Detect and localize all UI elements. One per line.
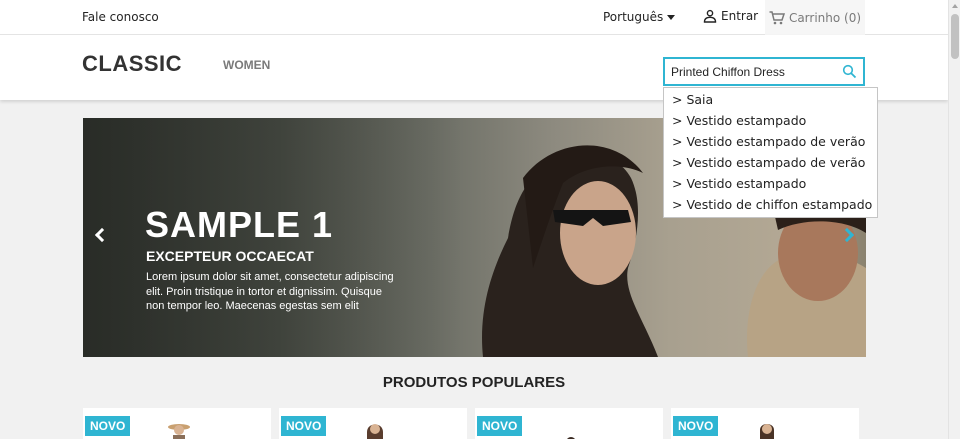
new-badge: NOVO (673, 416, 719, 436)
new-badge: NOVO (85, 416, 131, 436)
slide-subtitle: EXCEPTEUR OCCAECAT (146, 248, 314, 264)
nav-item-women[interactable]: WOMEN (223, 58, 270, 72)
signin-link[interactable]: Entrar (703, 9, 758, 23)
slide-description: Lorem ipsum dolor sit amet, consectetur … (146, 271, 394, 312)
store-logo[interactable]: CLASSIC (82, 51, 182, 77)
new-badge: NOVO (281, 416, 327, 436)
cart-icon (769, 10, 785, 24)
signin-label: Entrar (721, 9, 759, 23)
search-suggestions: > Saia > Vestido estampado > Vestido est… (663, 87, 878, 218)
search-icon[interactable] (842, 64, 857, 79)
cart-label: Carrinho (0) (788, 10, 862, 25)
language-selector[interactable]: Português (603, 10, 676, 24)
product-card[interactable]: NOVO (279, 408, 467, 439)
product-thumbnail (567, 437, 575, 439)
cart-button[interactable]: Carrinho (0) (765, 0, 865, 35)
suggestion-item[interactable]: > Vestido estampado de verão (664, 131, 877, 152)
suggestion-item[interactable]: > Vestido estampado (664, 173, 877, 194)
suggestion-item[interactable]: > Vestido estampado de verão (664, 152, 877, 173)
caret-down-icon (667, 15, 676, 20)
product-card[interactable]: NOVO (671, 408, 859, 439)
suggestion-item[interactable]: > Vestido de chiffon estampado (664, 194, 877, 215)
scrollbar-thumb[interactable] (951, 14, 959, 59)
scroll-up-icon[interactable] (952, 4, 958, 8)
suggestion-item[interactable]: > Saia (664, 89, 877, 110)
contact-link[interactable]: Fale conosco (82, 10, 159, 24)
search-input[interactable] (665, 59, 835, 84)
search-box (663, 57, 865, 86)
product-thumbnail (168, 424, 190, 439)
section-title: PRODUTOS POPULARES (382, 374, 566, 391)
slide-title: SAMPLE 1 (145, 204, 334, 245)
suggestion-item[interactable]: > Vestido estampado (664, 110, 877, 131)
new-badge: NOVO (477, 416, 523, 436)
top-bar: Fale conosco Português Entrar Carrinho (… (0, 0, 948, 35)
language-label: Português (603, 10, 664, 24)
page-scrollbar[interactable] (948, 0, 960, 439)
product-thumbnail (367, 424, 383, 439)
product-card[interactable]: NOVO (83, 408, 271, 439)
product-card[interactable]: NOVO (475, 408, 663, 439)
user-icon (703, 9, 717, 23)
product-thumbnail (760, 424, 774, 439)
